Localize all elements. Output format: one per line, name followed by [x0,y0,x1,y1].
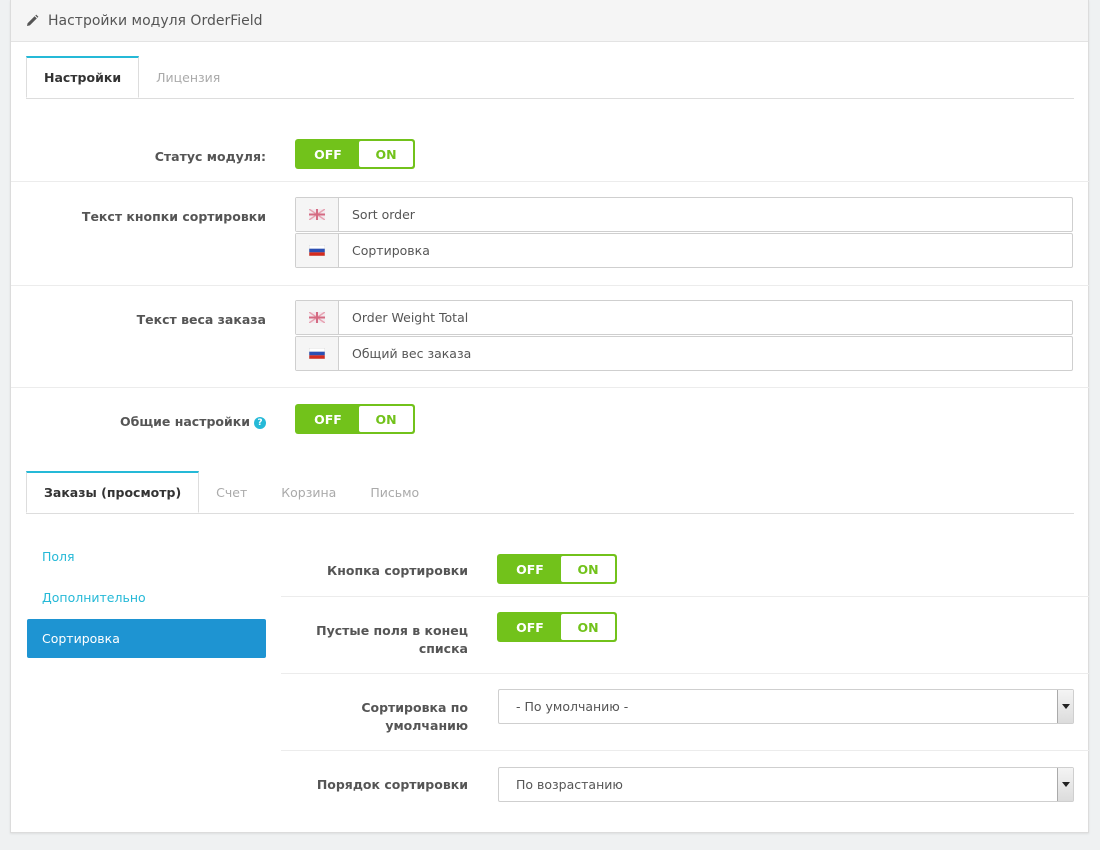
tab-cart[interactable]: Корзина [264,471,353,513]
default-sort-label: Сортировка по умолчанию [281,699,468,735]
sidebar-item-additional[interactable]: Дополнительно [27,578,266,617]
module-status-switch[interactable]: OFF ON [295,139,415,169]
sort-order-label: Порядок сортировки [316,777,468,792]
uk-flag-icon [309,312,325,323]
divider [11,387,1089,388]
flag-en-addon [296,301,339,334]
flag-en-addon [296,198,339,231]
sort-order-select-value: По возрастанию [516,777,623,792]
divider [11,181,1089,182]
sort-button-label: Кнопка сортировки [327,563,468,578]
order-weight-text-en-field [295,300,1073,335]
flag-ru-addon [296,337,339,370]
sidebar-item-sorting[interactable]: Сортировка [27,619,266,658]
question-icon[interactable]: ? [254,417,266,429]
sort-button-text-en-field [295,197,1073,232]
general-settings-label-text: Общие настройки [119,414,250,429]
order-weight-text-en-input[interactable] [339,301,1072,334]
bottom-tabs: Заказы (просмотр) Счет Корзина Письмо [26,471,1074,514]
sort-button-switch[interactable]: OFF ON [497,554,617,584]
module-status-label: Статус модуля: [154,149,266,164]
general-settings-label: Общие настройки? [11,413,266,431]
switch-off-label: OFF [516,561,544,577]
general-settings-switch[interactable]: OFF ON [295,404,415,434]
switch-off-label: OFF [314,146,342,162]
page-title: Настройки модуля OrderField [48,12,263,29]
sort-button-text-ru-field [295,233,1073,268]
chevron-down-icon[interactable] [1057,768,1073,801]
tab-license[interactable]: Лицензия [139,56,237,98]
flag-ru-addon [296,234,339,267]
default-sort-select[interactable]: - По умолчанию - [498,689,1074,724]
switch-on-label: ON [561,614,615,640]
tab-settings[interactable]: Настройки [26,56,140,98]
switch-on-label: ON [561,556,615,582]
order-weight-text-label: Текст веса заказа [136,312,266,327]
order-weight-text-ru-input[interactable] [339,337,1072,370]
russia-flag-icon [309,245,325,256]
panel-heading: Настройки модуля OrderField [11,0,1088,42]
top-tabs: Настройки Лицензия [26,56,1074,99]
sort-order-select[interactable]: По возрастанию [498,767,1074,802]
sort-button-text-label: Текст кнопки сортировки [81,209,266,224]
uk-flag-icon [309,209,325,220]
empty-fields-last-switch[interactable]: OFF ON [497,612,617,642]
switch-off-label: OFF [516,619,544,635]
sidebar-item-fields[interactable]: Поля [27,537,266,576]
divider [281,673,1089,674]
russia-flag-icon [309,348,325,359]
default-sort-label-line1: Сортировка по [361,700,468,715]
divider [281,750,1089,751]
order-weight-text-ru-field [295,336,1073,371]
chevron-down-icon[interactable] [1057,690,1073,723]
tab-invoice[interactable]: Счет [199,471,264,513]
switch-off-label: OFF [314,411,342,427]
empty-fields-last-label-line1: Пустые поля в конец [316,623,468,638]
divider [281,596,1089,597]
switch-on-label: ON [359,141,413,167]
empty-fields-last-label-line2: списка [418,641,468,656]
tab-email[interactable]: Письмо [353,471,436,513]
sort-button-text-ru-input[interactable] [339,234,1072,267]
module-settings-panel: Настройки модуля OrderField Настройки Ли… [10,0,1089,833]
default-sort-label-line2: умолчанию [385,718,468,733]
empty-fields-last-label: Пустые поля в конец списка [281,622,468,658]
sort-button-text-en-input[interactable] [339,198,1072,231]
default-sort-select-value: - По умолчанию - [516,699,629,714]
pencil-icon [27,14,39,26]
divider [11,285,1089,286]
switch-on-label: ON [359,406,413,432]
tab-orders-view[interactable]: Заказы (просмотр) [26,471,200,513]
